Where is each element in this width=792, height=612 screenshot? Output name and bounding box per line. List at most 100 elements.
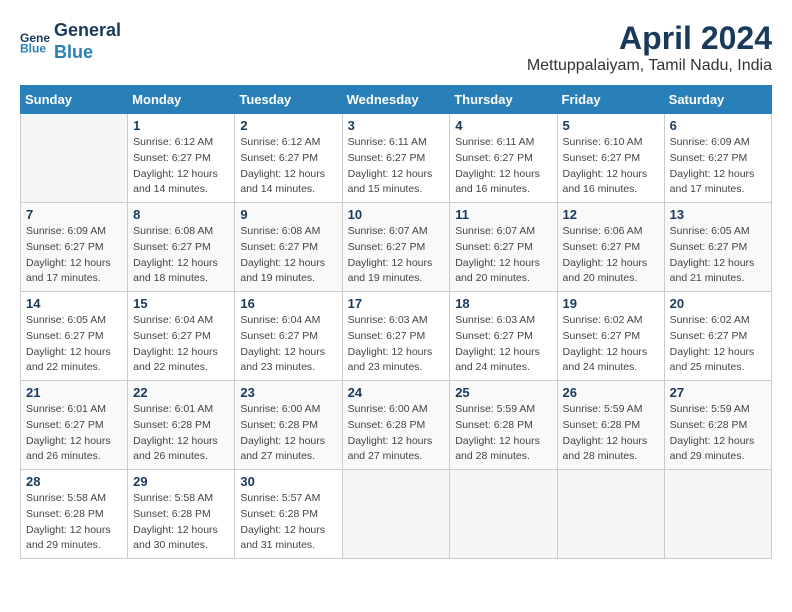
day-number: 15 [133,296,229,311]
calendar-cell: 8 Sunrise: 6:08 AM Sunset: 6:27 PM Daylig… [128,203,235,292]
day-info: Sunrise: 6:09 AM Sunset: 6:27 PM Dayligh… [670,135,766,198]
calendar-week-1: 1 Sunrise: 6:12 AM Sunset: 6:27 PM Daylig… [21,114,772,203]
calendar-cell: 15Sunrise: 6:04 AM Sunset: 6:27 PM Dayli… [128,292,235,381]
calendar-header-wednesday: Wednesday [342,86,450,114]
day-info: Sunrise: 6:07 AM Sunset: 6:27 PM Dayligh… [455,224,551,287]
calendar-header-sunday: Sunday [21,86,128,114]
day-info: Sunrise: 6:11 AM Sunset: 6:27 PM Dayligh… [455,135,551,198]
day-number: 19 [563,296,659,311]
calendar-cell: 9 Sunrise: 6:08 AM Sunset: 6:27 PM Daylig… [235,203,342,292]
calendar-cell: 14 Sunrise: 6:05 AM Sunset: 6:27 PM Dayli… [21,292,128,381]
calendar-cell: 27 Sunrise: 5:59 AM Sunset: 6:28 PM Dayli… [664,381,771,470]
calendar-cell: 3 Sunrise: 6:11 AM Sunset: 6:27 PM Daylig… [342,114,450,203]
day-info: Sunrise: 6:08 AM Sunset: 6:27 PM Dayligh… [133,224,229,287]
calendar-cell: 6 Sunrise: 6:09 AM Sunset: 6:27 PM Daylig… [664,114,771,203]
day-number: 27 [670,385,766,400]
calendar-cell: 5 Sunrise: 6:10 AM Sunset: 6:27 PM Daylig… [557,114,664,203]
calendar-header-friday: Friday [557,86,664,114]
calendar-cell: 7Sunrise: 6:09 AM Sunset: 6:27 PM Daylig… [21,203,128,292]
day-info: Sunrise: 5:59 AM Sunset: 6:28 PM Dayligh… [455,402,551,465]
day-number: 26 [563,385,659,400]
calendar-table: SundayMondayTuesdayWednesdayThursdayFrid… [20,85,772,559]
calendar-cell [664,470,771,559]
calendar-cell: 11 Sunrise: 6:07 AM Sunset: 6:27 PM Dayli… [450,203,557,292]
calendar-cell: 20 Sunrise: 6:02 AM Sunset: 6:27 PM Dayli… [664,292,771,381]
calendar-week-3: 14 Sunrise: 6:05 AM Sunset: 6:27 PM Dayli… [21,292,772,381]
logo: General Blue General Blue [20,20,121,63]
calendar-cell: 12Sunrise: 6:06 AM Sunset: 6:27 PM Dayli… [557,203,664,292]
day-info: Sunrise: 6:03 AM Sunset: 6:27 PM Dayligh… [348,313,445,376]
day-info: Sunrise: 6:11 AM Sunset: 6:27 PM Dayligh… [348,135,445,198]
calendar-cell: 13 Sunrise: 6:05 AM Sunset: 6:27 PM Dayli… [664,203,771,292]
calendar-cell: 10Sunrise: 6:07 AM Sunset: 6:27 PM Dayli… [342,203,450,292]
calendar-cell: 26 Sunrise: 5:59 AM Sunset: 6:28 PM Dayli… [557,381,664,470]
day-info: Sunrise: 6:02 AM Sunset: 6:27 PM Dayligh… [670,313,766,376]
day-info: Sunrise: 5:59 AM Sunset: 6:28 PM Dayligh… [563,402,659,465]
calendar-cell: 1 Sunrise: 6:12 AM Sunset: 6:27 PM Daylig… [128,114,235,203]
day-info: Sunrise: 5:58 AM Sunset: 6:28 PM Dayligh… [133,491,229,554]
day-number: 23 [240,385,336,400]
day-number: 8 [133,207,229,222]
calendar-cell: 25 Sunrise: 5:59 AM Sunset: 6:28 PM Dayli… [450,381,557,470]
day-number: 30 [240,474,336,489]
calendar-header-tuesday: Tuesday [235,86,342,114]
day-info: Sunrise: 6:01 AM Sunset: 6:28 PM Dayligh… [133,402,229,465]
day-info: Sunrise: 6:10 AM Sunset: 6:27 PM Dayligh… [563,135,659,198]
day-number: 14 [26,296,122,311]
day-number: 21 [26,385,122,400]
day-number: 16 [240,296,336,311]
day-info: Sunrise: 6:05 AM Sunset: 6:27 PM Dayligh… [670,224,766,287]
calendar-cell: 4Sunrise: 6:11 AM Sunset: 6:27 PM Daylig… [450,114,557,203]
calendar-week-2: 7Sunrise: 6:09 AM Sunset: 6:27 PM Daylig… [21,203,772,292]
day-number: 22 [133,385,229,400]
day-info: Sunrise: 6:07 AM Sunset: 6:27 PM Dayligh… [348,224,445,287]
calendar-cell [450,470,557,559]
day-number: 1 [133,118,229,133]
title-section: April 2024 Mettuppalaiyam, Tamil Nadu, I… [527,20,772,75]
svg-text:Blue: Blue [20,41,46,55]
day-number: 24 [348,385,445,400]
day-number: 6 [670,118,766,133]
day-number: 29 [133,474,229,489]
calendar-cell: 19 Sunrise: 6:02 AM Sunset: 6:27 PM Dayli… [557,292,664,381]
day-info: Sunrise: 6:01 AM Sunset: 6:27 PM Dayligh… [26,402,122,465]
day-info: Sunrise: 6:05 AM Sunset: 6:27 PM Dayligh… [26,313,122,376]
day-number: 2 [240,118,336,133]
day-number: 3 [348,118,445,133]
day-number: 17 [348,296,445,311]
calendar-week-4: 21 Sunrise: 6:01 AM Sunset: 6:27 PM Dayli… [21,381,772,470]
day-info: Sunrise: 6:02 AM Sunset: 6:27 PM Dayligh… [563,313,659,376]
calendar-header-saturday: Saturday [664,86,771,114]
day-number: 13 [670,207,766,222]
day-number: 9 [240,207,336,222]
calendar-cell [342,470,450,559]
calendar-header-thursday: Thursday [450,86,557,114]
logo-icon: General Blue [20,27,50,57]
day-info: Sunrise: 6:00 AM Sunset: 6:28 PM Dayligh… [348,402,445,465]
day-number: 25 [455,385,551,400]
calendar-cell: 2Sunrise: 6:12 AM Sunset: 6:27 PM Daylig… [235,114,342,203]
day-info: Sunrise: 6:12 AM Sunset: 6:27 PM Dayligh… [133,135,229,198]
page-header: General Blue General Blue April 2024 Met… [20,20,772,75]
day-number: 7 [26,207,122,222]
calendar-cell: 29 Sunrise: 5:58 AM Sunset: 6:28 PM Dayli… [128,470,235,559]
calendar-cell: 18 Sunrise: 6:03 AM Sunset: 6:27 PM Dayli… [450,292,557,381]
day-number: 11 [455,207,551,222]
day-info: Sunrise: 6:00 AM Sunset: 6:28 PM Dayligh… [240,402,336,465]
calendar-week-5: 28Sunrise: 5:58 AM Sunset: 6:28 PM Dayli… [21,470,772,559]
day-info: Sunrise: 5:58 AM Sunset: 6:28 PM Dayligh… [26,491,122,554]
day-number: 5 [563,118,659,133]
day-number: 18 [455,296,551,311]
calendar-cell: 28Sunrise: 5:58 AM Sunset: 6:28 PM Dayli… [21,470,128,559]
calendar-cell: 23 Sunrise: 6:00 AM Sunset: 6:28 PM Dayli… [235,381,342,470]
day-number: 20 [670,296,766,311]
day-info: Sunrise: 6:03 AM Sunset: 6:27 PM Dayligh… [455,313,551,376]
calendar-cell: 22 Sunrise: 6:01 AM Sunset: 6:28 PM Dayli… [128,381,235,470]
calendar-cell: 24 Sunrise: 6:00 AM Sunset: 6:28 PM Dayli… [342,381,450,470]
day-info: Sunrise: 6:08 AM Sunset: 6:27 PM Dayligh… [240,224,336,287]
day-info: Sunrise: 5:59 AM Sunset: 6:28 PM Dayligh… [670,402,766,465]
logo-general: General [54,20,121,42]
calendar-cell: 17 Sunrise: 6:03 AM Sunset: 6:27 PM Dayli… [342,292,450,381]
calendar-header-monday: Monday [128,86,235,114]
calendar-cell: 16Sunrise: 6:04 AM Sunset: 6:27 PM Dayli… [235,292,342,381]
